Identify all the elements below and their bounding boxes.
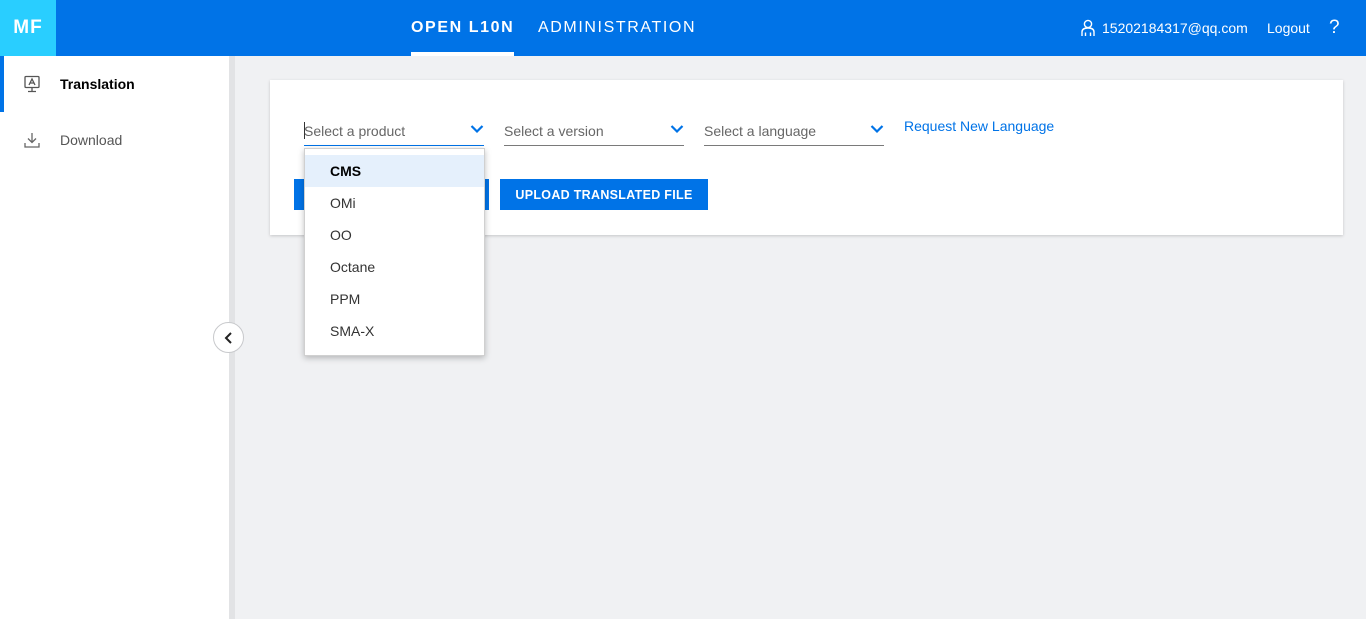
- product-option[interactable]: Octane: [305, 251, 484, 283]
- product-dropdown-menu: CMS OMi OO Octane PPM SMA-X: [304, 148, 485, 356]
- tab-administration[interactable]: ADMINISTRATION: [538, 0, 696, 56]
- translation-icon: [24, 75, 40, 93]
- product-select[interactable]: Select a product: [304, 120, 484, 146]
- top-header: MF OPEN L10N ADMINISTRATION 15202184317@…: [0, 0, 1366, 56]
- user-email: 15202184317@qq.com: [1102, 20, 1248, 36]
- product-select-placeholder: Select a product: [304, 123, 406, 139]
- user-icon: [1081, 19, 1095, 36]
- language-select-placeholder: Select a language: [704, 123, 817, 139]
- chevron-left-icon: [224, 331, 232, 344]
- help-icon[interactable]: ?: [1329, 0, 1340, 56]
- product-option[interactable]: PPM: [305, 283, 484, 315]
- chevron-down-icon: [670, 125, 684, 134]
- sidebar-item-download[interactable]: Download: [0, 112, 229, 168]
- version-select-placeholder: Select a version: [504, 123, 604, 139]
- sidebar-item-label: Translation: [60, 76, 135, 92]
- product-option[interactable]: SMA-X: [305, 315, 484, 347]
- logo: MF: [0, 0, 56, 56]
- sidebar-item-translation[interactable]: Translation: [0, 56, 229, 112]
- sidebar-item-label: Download: [60, 132, 123, 148]
- request-new-language-link[interactable]: Request New Language: [904, 118, 1054, 134]
- chevron-down-icon: [870, 125, 884, 134]
- chevron-down-icon: [470, 125, 484, 134]
- download-icon: [24, 133, 40, 148]
- tab-open-l10n[interactable]: OPEN L10N: [411, 0, 515, 56]
- version-select[interactable]: Select a version: [504, 120, 684, 146]
- collapse-sidebar-button[interactable]: [213, 322, 244, 353]
- sidebar: Translation Download: [0, 56, 229, 619]
- logout-link[interactable]: Logout: [1267, 0, 1310, 56]
- product-option[interactable]: OMi: [305, 187, 484, 219]
- language-select[interactable]: Select a language: [704, 120, 884, 146]
- product-option[interactable]: CMS: [305, 155, 484, 187]
- user-account[interactable]: 15202184317@qq.com: [1080, 0, 1248, 56]
- upload-translated-file-button[interactable]: UPLOAD TRANSLATED FILE: [500, 179, 708, 210]
- product-option[interactable]: OO: [305, 219, 484, 251]
